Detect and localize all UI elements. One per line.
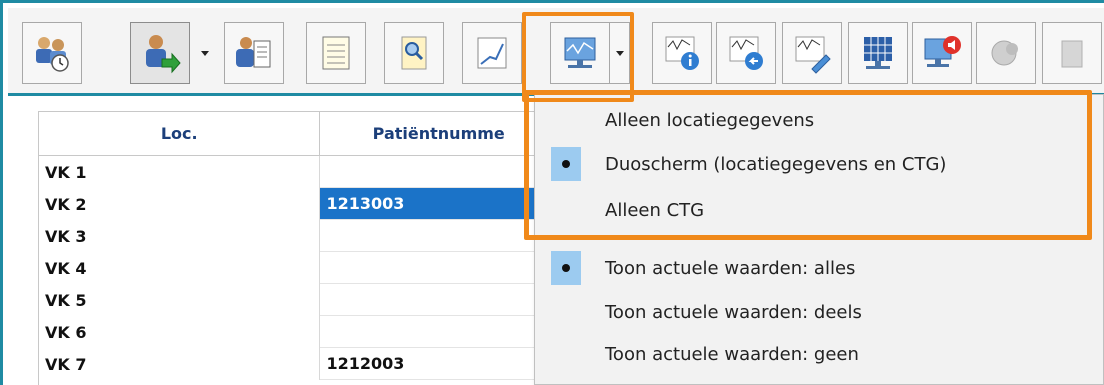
toolbar — [8, 8, 1104, 96]
chart-icon — [477, 37, 507, 69]
patient-admit-button[interactable] — [130, 22, 190, 84]
menu-item-duoscherm[interactable]: Duoscherm (locatiegegevens en CTG) — [535, 143, 1104, 185]
toolbar-buttons — [12, 22, 1104, 86]
cell-patient[interactable]: 1212003 — [320, 348, 558, 380]
ctg-back-icon — [729, 36, 763, 70]
menu-item-alleen-locatiegegevens[interactable]: Alleen locatiegegevens — [535, 99, 1104, 141]
cell-patient[interactable] — [320, 316, 558, 348]
cell-loc[interactable]: VK 3 — [39, 220, 321, 252]
table-row[interactable]: VK 3 — [39, 220, 558, 252]
cell-loc[interactable]: VK 5 — [39, 284, 321, 316]
radio-check-icon — [551, 251, 581, 285]
patients-button[interactable] — [22, 22, 82, 84]
table-row[interactable]: VK 1 — [39, 156, 558, 188]
disabled-tool-button[interactable] — [976, 22, 1036, 84]
table-row[interactable]: VK 4 — [39, 252, 558, 284]
cell-patient[interactable] — [320, 284, 558, 316]
menu-item-label: Toon actuele waarden: deels — [605, 301, 862, 323]
search-document-button[interactable] — [384, 22, 444, 84]
menu-item-label: Toon actuele waarden: geen — [605, 343, 859, 365]
patient-card-icon — [236, 37, 271, 68]
ctg-edit-icon — [795, 36, 831, 74]
monitor-view-dropdown[interactable] — [610, 22, 630, 84]
view-mode-menu: Alleen locatiegegevens Duoscherm (locati… — [534, 94, 1104, 385]
menu-item-label: Duoscherm (locatiegegevens en CTG) — [605, 153, 947, 175]
ctg-info-button[interactable] — [652, 22, 712, 84]
menu-item-toon-alles[interactable]: Toon actuele waarden: alles — [535, 247, 1104, 289]
table-row[interactable]: VK 6 — [39, 316, 558, 348]
search-document-icon — [401, 36, 427, 70]
disabled-tool-2-button[interactable] — [1042, 22, 1102, 84]
radio-check-icon — [551, 147, 581, 181]
grid-view-button[interactable] — [848, 22, 908, 84]
table-row[interactable]: VK 7 1212003 — [39, 348, 558, 380]
menu-item-label: Alleen CTG — [605, 199, 705, 221]
column-header-patient[interactable]: Patiëntnumme — [320, 112, 558, 155]
menu-item-toon-geen[interactable]: Toon actuele waarden: geen — [535, 333, 1104, 375]
menu-item-alleen-ctg[interactable]: Alleen CTG — [535, 189, 1104, 231]
cell-loc[interactable]: VK 6 — [39, 316, 321, 348]
cell-patient[interactable] — [320, 156, 558, 188]
notes-icon — [322, 36, 350, 70]
grid-header: Loc. Patiëntnumme — [39, 112, 558, 156]
cell-patient[interactable] — [320, 252, 558, 284]
patient-card-button[interactable] — [224, 22, 284, 84]
chart-button[interactable] — [462, 22, 522, 84]
ctg-back-button[interactable] — [716, 22, 776, 84]
cell-loc[interactable]: VK 4 — [39, 252, 321, 284]
table-row[interactable]: VK 2 1213003 — [39, 188, 558, 220]
table-row[interactable]: VK 5 — [39, 284, 558, 316]
cell-loc[interactable]: VK 2 — [39, 188, 321, 220]
patient-admit-icon — [146, 35, 181, 74]
cell-loc[interactable]: VK 7 — [39, 348, 321, 380]
menu-item-label: Alleen locatiegegevens — [605, 109, 815, 131]
cell-loc[interactable]: VK 1 — [39, 156, 321, 188]
patient-admit-dropdown[interactable] — [198, 22, 212, 84]
grid-rows: VK 1 VK 2 1213003 VK 3 VK 4 VK 5 VK 6 VK… — [39, 156, 558, 380]
ctg-edit-button[interactable] — [782, 22, 842, 84]
monitor-view-icon — [564, 37, 596, 68]
menu-item-label: Toon actuele waarden: alles — [605, 257, 856, 279]
grid-view-icon — [864, 37, 892, 69]
ctg-info-icon — [665, 36, 699, 70]
location-grid: Loc. Patiëntnumme VK 1 VK 2 1213003 VK 3… — [38, 111, 558, 385]
patients-icon — [36, 37, 69, 72]
cell-patient[interactable] — [320, 220, 558, 252]
alarm-monitor-button[interactable] — [912, 22, 972, 84]
alarm-monitor-icon — [924, 36, 961, 67]
monitor-view-button[interactable] — [550, 22, 610, 84]
disabled-tool-icon — [991, 40, 1018, 66]
cell-patient-selected[interactable]: 1213003 — [320, 188, 558, 220]
menu-item-toon-deels[interactable]: Toon actuele waarden: deels — [535, 291, 1104, 333]
notes-button[interactable] — [306, 22, 366, 84]
column-header-loc[interactable]: Loc. — [39, 112, 321, 155]
disabled-tool-2-icon — [1061, 40, 1083, 68]
